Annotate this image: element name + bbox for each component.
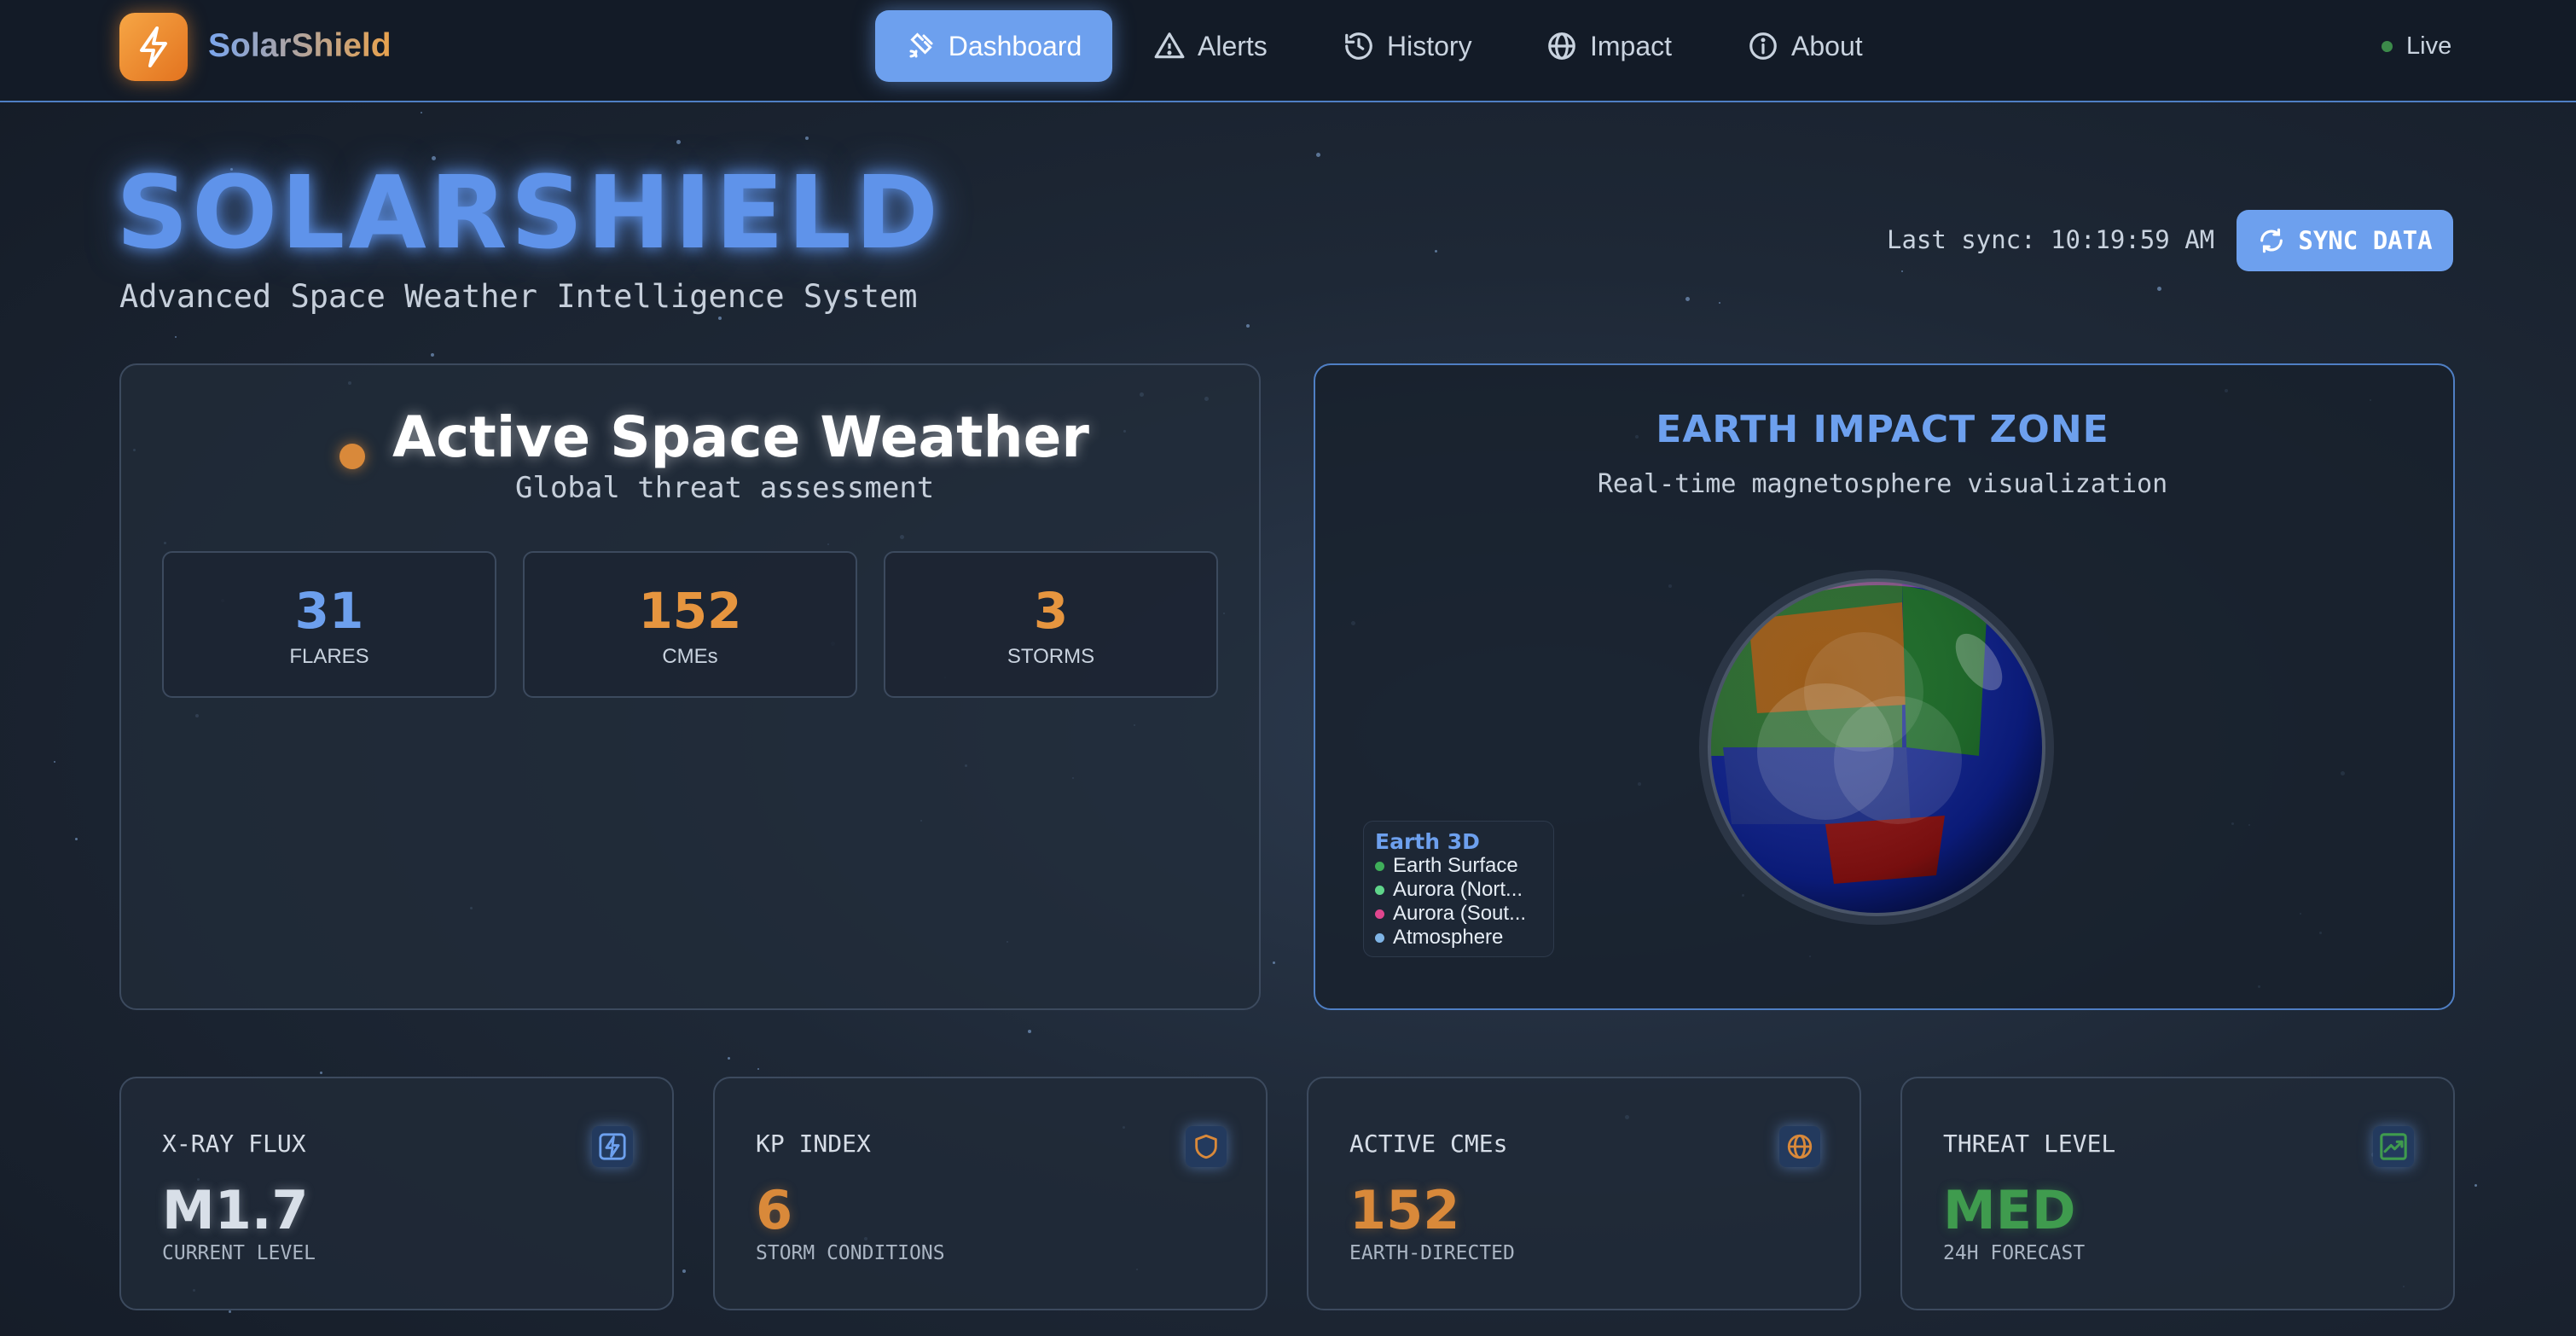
nav-dashboard[interactable]: Dashboard [875,10,1112,82]
metric-value: MED [1943,1179,2076,1241]
metric-title: KP INDEX [756,1130,871,1158]
active-weather-title: Active Space Weather [392,404,1089,470]
stat-value: 3 [1033,582,1069,640]
active-weather-subtitle: Global threat assessment [515,471,935,505]
star [75,838,78,840]
star [757,1068,759,1070]
star [421,112,422,113]
star [1273,961,1275,964]
star [1685,297,1690,301]
last-sync-label: Last sync: 10:19:59 AM [1887,225,2215,254]
metric-title: THREAT LEVEL [1943,1130,2116,1158]
stat-cmes[interactable]: 152 CMEs [523,551,857,698]
legend-dot [1375,885,1384,895]
star [320,1072,322,1074]
star [676,140,681,144]
metric-subtitle: CURRENT LEVEL [162,1242,316,1264]
nav-label: Alerts [1198,30,1268,61]
star [805,137,809,140]
earth-impact-title: EARTH IMPACT ZONE [1656,408,2109,451]
metric-card-threat-level[interactable]: THREAT LEVEL MED 24H FORECAST [1900,1077,2455,1310]
star [54,761,55,763]
metric-subtitle: 24H FORECAST [1943,1242,2086,1264]
legend-dot [1375,909,1384,919]
star [1246,324,1250,328]
star [1719,302,1720,304]
star [431,353,434,357]
lightning-icon [140,26,167,67]
metric-value: 6 [756,1179,793,1241]
star [229,1310,231,1313]
live-label: Live [2406,32,2452,60]
app-name[interactable]: SolarShield [208,27,392,65]
legend-label: Earth Surface [1393,854,1518,877]
legend-label: Aurora (Nort... [1393,878,1523,901]
refresh-icon [2260,228,2283,253]
nav-history[interactable]: History [1343,10,1472,82]
stat-storms[interactable]: 3 STORMS [884,551,1218,698]
star [1028,1030,1031,1033]
stat-label: CMEs [662,645,718,668]
status-dot [339,444,365,469]
sync-button-label: SYNC DATA [2298,226,2433,255]
earth-impact-subtitle: Real-time magnetosphere visualization [1597,469,2168,499]
legend-label: Atmosphere [1393,926,1504,949]
alert-triangle-icon [1154,32,1185,59]
legend-title: Earth 3D [1375,829,1480,854]
earth-3d-globe[interactable] [1697,568,2056,926]
hero-title: SOLARSHIELD [116,154,943,271]
legend-label: Aurora (Sout... [1393,902,1527,925]
live-indicator-dot [2382,41,2393,52]
lightning-icon [592,1126,633,1167]
stat-label: FLARES [289,645,369,668]
stat-value: 31 [294,582,364,640]
live-status: Live [2382,32,2451,61]
globe-icon [1779,1126,1820,1167]
nav-alerts[interactable]: Alerts [1153,10,1268,82]
metric-value: M1.7 [162,1179,309,1241]
star [728,1057,730,1060]
shield-icon [1186,1126,1227,1167]
trending-up-icon [2373,1126,2414,1167]
nav-label: About [1791,30,1863,61]
legend-item: Atmosphere [1375,926,1503,950]
metric-value: 152 [1349,1179,1460,1241]
legend-item: Aurora (Nort... [1375,878,1523,902]
legend-dot [1375,932,1384,943]
sync-data-button[interactable]: SYNC DATA [2237,210,2453,271]
satellite-icon [909,32,933,58]
star [1435,250,1437,253]
metric-subtitle: EARTH-DIRECTED [1349,1242,1515,1264]
nav-impact[interactable]: Impact [1546,10,1672,82]
metric-subtitle: STORM CONDITIONS [756,1242,945,1264]
stat-value: 152 [638,582,742,640]
nav-label: Impact [1590,30,1673,61]
star [718,317,722,320]
star [2157,287,2161,291]
metric-title: ACTIVE CMEs [1349,1130,1508,1158]
nav-about[interactable]: About [1747,10,1863,82]
nav-label: Dashboard [948,30,1082,61]
metric-card-active-cmes[interactable]: ACTIVE CMEs 152 EARTH-DIRECTED [1307,1077,1861,1310]
stat-label: STORMS [1007,645,1095,668]
star [682,1269,686,1273]
star [1901,270,1903,272]
globe-icon [1548,32,1575,60]
history-icon [1345,32,1372,60]
legend-item: Aurora (Sout... [1375,902,1526,926]
metric-title: X-RAY FLUX [162,1130,306,1158]
nav-label: History [1387,30,1472,61]
metric-card-kp-index[interactable]: KP INDEX 6 STORM CONDITIONS [713,1077,1268,1310]
info-icon [1749,32,1777,60]
star [1316,153,1320,157]
star [2474,1184,2477,1187]
logo-badge[interactable] [119,13,188,81]
legend-item: Earth Surface [1375,854,1518,878]
hero-subtitle: Advanced Space Weather Intelligence Syst… [119,278,918,315]
metric-card-xray-flux[interactable]: X-RAY FLUX M1.7 CURRENT LEVEL [119,1077,674,1310]
star [175,336,177,338]
stat-flares[interactable]: 31 FLARES [162,551,496,698]
legend-dot [1375,861,1384,871]
